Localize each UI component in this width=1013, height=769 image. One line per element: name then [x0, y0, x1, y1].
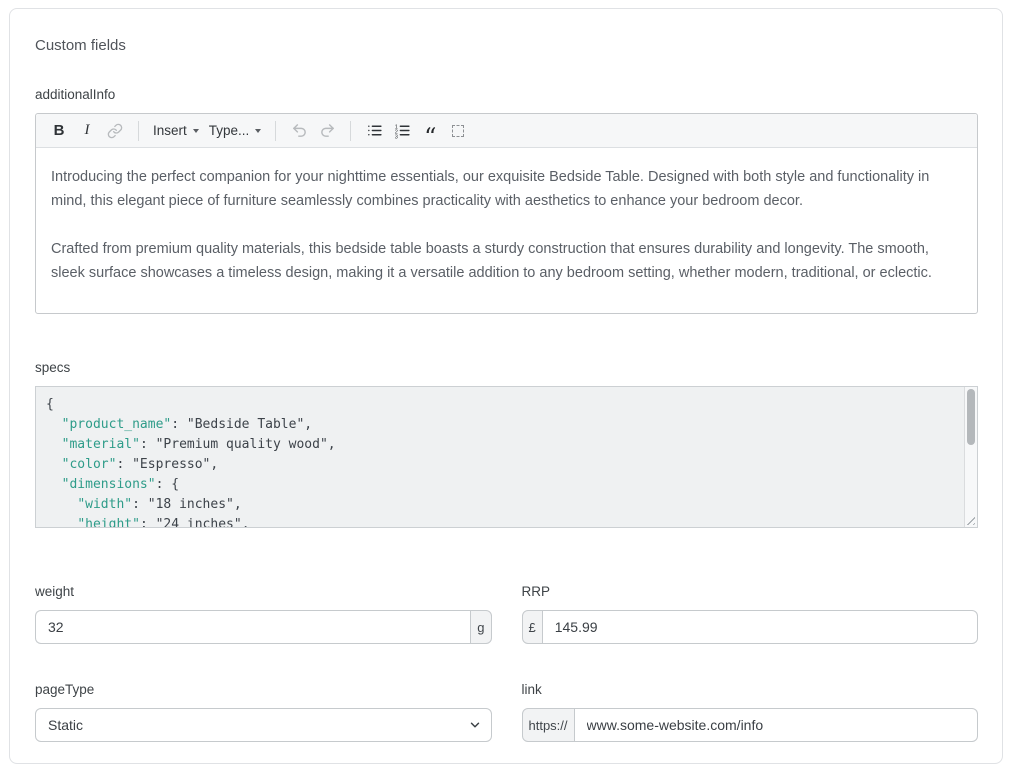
- italic-button[interactable]: I: [74, 118, 100, 144]
- code-line: "height": "24 inches",: [46, 515, 955, 528]
- link-label: link: [522, 682, 979, 697]
- rrp-input[interactable]: [543, 610, 978, 644]
- bold-button[interactable]: B: [46, 118, 72, 144]
- custom-fields-card: Custom fields additionalInfo B I Insert …: [9, 8, 1003, 764]
- bullet-list-icon: [366, 122, 383, 139]
- redo-button[interactable]: [314, 118, 340, 144]
- weight-field-group: weight g: [35, 584, 492, 644]
- toolbar-divider: [350, 121, 351, 141]
- embed-button[interactable]: [445, 118, 471, 144]
- blockquote-icon: “: [424, 132, 436, 142]
- redo-icon: [319, 122, 336, 139]
- specs-code-content: { "product_name": "Bedside Table", "mate…: [36, 387, 977, 528]
- card-title: Custom fields: [35, 37, 976, 54]
- url-scheme-prefix: https://: [522, 708, 575, 742]
- code-line: "product_name": "Bedside Table",: [46, 415, 955, 435]
- rich-text-editor: B I Insert Type...: [35, 113, 978, 314]
- numbered-list-icon: 1 2 3: [394, 122, 411, 139]
- page-type-field-group: pageType Static: [35, 682, 492, 742]
- specs-code-editor[interactable]: { "product_name": "Bedside Table", "mate…: [35, 386, 978, 528]
- insert-menu-label: Insert: [153, 123, 187, 138]
- editor-paragraph: Crafted from premium quality materials, …: [51, 237, 962, 285]
- svg-text:3: 3: [395, 134, 398, 139]
- blockquote-button[interactable]: “: [417, 118, 443, 144]
- weight-label: weight: [35, 584, 492, 599]
- bullet-list-button[interactable]: [361, 118, 387, 144]
- insert-menu-button[interactable]: Insert: [149, 118, 203, 144]
- toolbar-divider: [138, 121, 139, 141]
- scrollbar-thumb[interactable]: [967, 389, 975, 445]
- chevron-down-icon: [193, 129, 199, 133]
- link-input[interactable]: [575, 708, 978, 742]
- page-type-label: pageType: [35, 682, 492, 697]
- code-line: "color": "Espresso",: [46, 455, 955, 475]
- undo-icon: [291, 122, 308, 139]
- undo-button[interactable]: [286, 118, 312, 144]
- editor-toolbar: B I Insert Type...: [36, 114, 977, 148]
- type-menu-label: Type...: [209, 123, 250, 138]
- dashed-square-icon: [452, 125, 464, 137]
- numbered-list-button[interactable]: 1 2 3: [389, 118, 415, 144]
- editor-paragraph: Introducing the perfect companion for yo…: [51, 165, 962, 213]
- scrollbar-track[interactable]: [964, 387, 977, 527]
- link-icon: [107, 123, 123, 139]
- weight-unit-suffix: g: [470, 610, 491, 644]
- chevron-down-icon: [255, 129, 261, 133]
- page-type-select[interactable]: Static: [35, 708, 492, 742]
- weight-input[interactable]: [35, 610, 470, 644]
- toolbar-divider: [275, 121, 276, 141]
- specs-label: specs: [35, 360, 976, 375]
- link-button[interactable]: [102, 118, 128, 144]
- code-line: "dimensions": {: [46, 475, 955, 495]
- type-menu-button[interactable]: Type...: [205, 118, 266, 144]
- code-line: "material": "Premium quality wood",: [46, 435, 955, 455]
- additional-info-label: additionalInfo: [35, 87, 976, 102]
- rrp-label: RRP: [522, 584, 979, 599]
- currency-prefix: £: [522, 610, 543, 644]
- editor-content[interactable]: Introducing the perfect companion for yo…: [36, 148, 977, 313]
- code-line: "width": "18 inches",: [46, 495, 955, 515]
- link-field-group: link https://: [522, 682, 979, 742]
- rrp-field-group: RRP £: [522, 584, 979, 644]
- code-line: {: [46, 395, 955, 415]
